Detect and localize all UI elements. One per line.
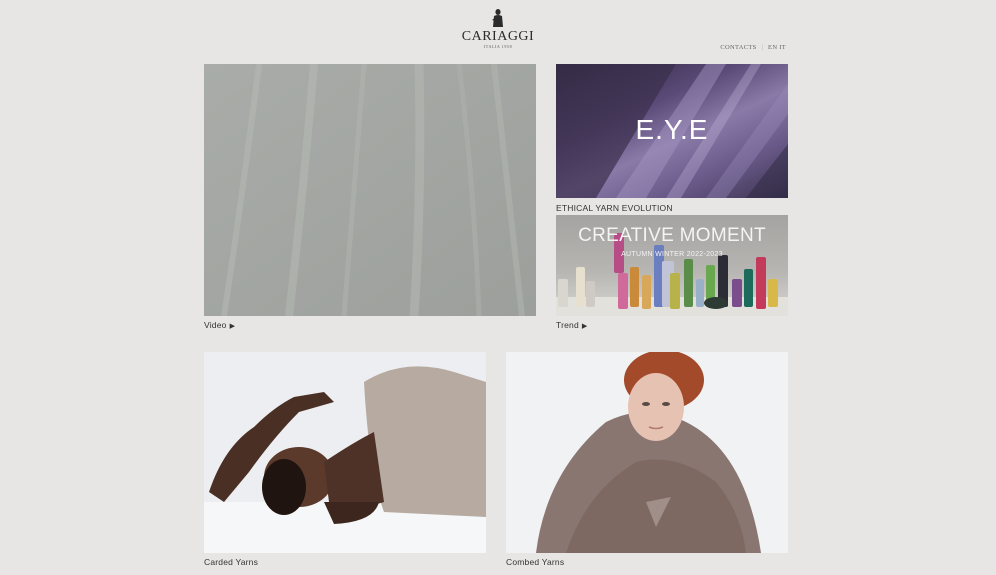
- model-carded-image: [204, 352, 486, 553]
- top-navigation: CONTACTS | EN IT: [720, 44, 786, 51]
- eye-caption[interactable]: ETHICAL YARN EVOLUTION: [556, 203, 673, 213]
- nav-divider: |: [761, 44, 764, 51]
- statue-icon: [492, 9, 503, 27]
- play-arrow-icon: ▶: [581, 323, 588, 330]
- eye-tile[interactable]: E.Y.E: [556, 64, 788, 198]
- trend-caption[interactable]: Trend ▶: [556, 320, 587, 330]
- fabric-texture-image: [204, 64, 536, 316]
- brand-name: CARIAGGI: [461, 29, 535, 44]
- play-arrow-icon: ▶: [229, 323, 236, 330]
- carded-yarns-caption[interactable]: Carded Yarns: [204, 557, 258, 567]
- carded-yarns-tile[interactable]: [204, 352, 486, 553]
- combed-yarns-caption[interactable]: Combed Yarns: [506, 557, 564, 567]
- contacts-link[interactable]: CONTACTS: [720, 44, 756, 51]
- video-caption[interactable]: Video ▶: [204, 320, 235, 330]
- brand-tagline: ITALIA 1958: [483, 44, 513, 49]
- language-en-link[interactable]: EN: [768, 44, 777, 51]
- brand-logo[interactable]: CARIAGGI ITALIA 1958: [460, 8, 536, 54]
- video-tile[interactable]: [204, 64, 536, 316]
- trend-tile[interactable]: CREATIVE MOMENT AUTUMN WINTER 2022-2023: [556, 215, 788, 316]
- eye-title: E.Y.E: [635, 114, 709, 145]
- language-it-link[interactable]: IT: [779, 44, 786, 51]
- combed-yarns-tile[interactable]: [506, 352, 788, 553]
- video-caption-label: Video: [204, 320, 227, 330]
- model-combed-image: [506, 352, 788, 553]
- trend-caption-label: Trend: [556, 320, 579, 330]
- trend-title: CREATIVE MOMENT: [578, 225, 766, 246]
- trend-subtitle: AUTUMN WINTER 2022-2023: [621, 251, 723, 258]
